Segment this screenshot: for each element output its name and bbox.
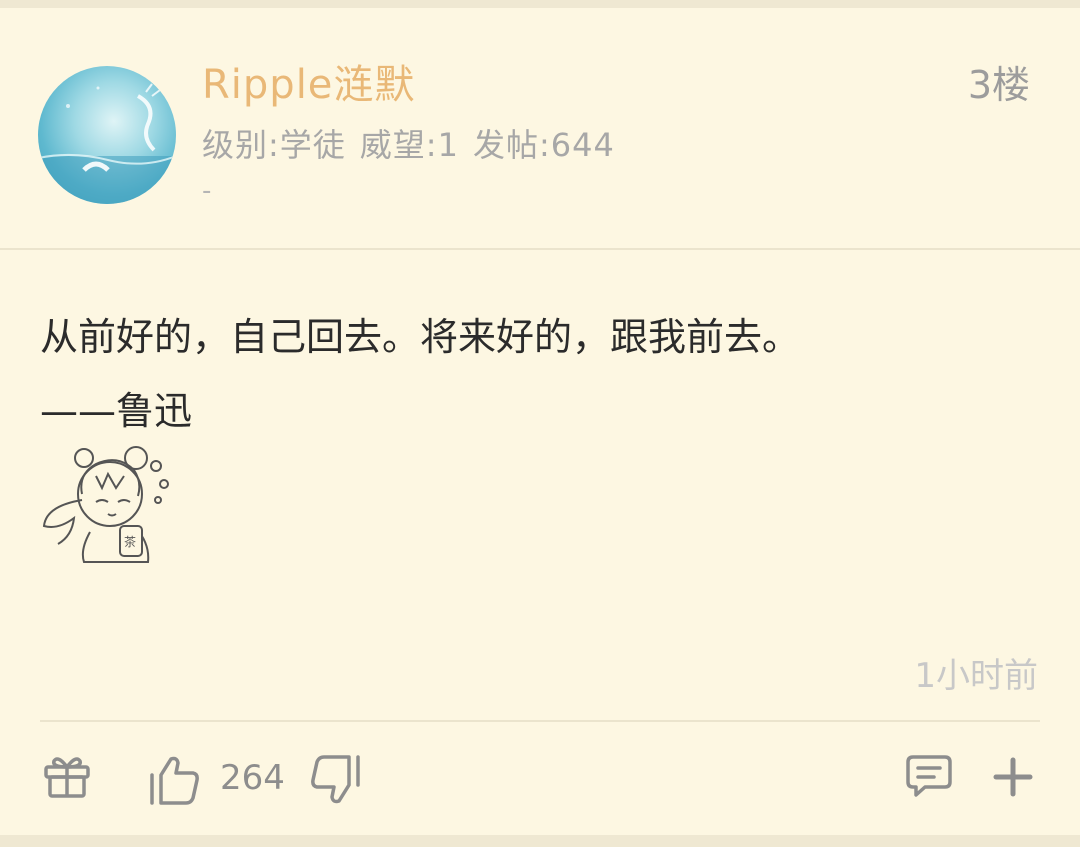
post-content: 从前好的，自己回去。将来好的，跟我前去。 ——鲁迅 <box>40 300 1040 448</box>
dislike-button[interactable] <box>308 752 364 808</box>
thumbs-down-icon <box>311 755 360 804</box>
header-divider <box>0 248 1080 250</box>
floor-number: 3楼 <box>967 63 1030 107</box>
like-count: 264 <box>220 758 285 798</box>
user-prestige: 威望:1 <box>359 126 459 164</box>
comment-button[interactable] <box>904 752 954 800</box>
post-timestamp: 1小时前 <box>914 656 1038 696</box>
content-line-2: ——鲁迅 <box>40 389 193 433</box>
content-line-1: 从前好的，自己回去。将来好的，跟我前去。 <box>40 315 801 359</box>
username[interactable]: Ripple涟默 <box>202 52 415 110</box>
gift-button[interactable] <box>40 752 94 800</box>
avatar[interactable] <box>38 66 176 204</box>
svg-text:茶: 茶 <box>124 534 136 549</box>
bottom-edge <box>0 835 1080 847</box>
gift-icon <box>44 757 90 798</box>
actions-divider <box>40 720 1040 722</box>
user-meta: 级别:学徒 威望:1 发帖:644 <box>202 120 615 166</box>
post-header: Ripple涟默 3楼 级别:学徒 威望:1 发帖:644 - <box>0 8 1080 248</box>
more-button[interactable] <box>990 754 1036 800</box>
user-signature: - <box>202 176 212 206</box>
avatar-image <box>38 83 176 204</box>
like-button[interactable] <box>146 752 202 808</box>
top-edge <box>0 0 1080 8</box>
user-post-count: 发帖:644 <box>472 126 615 164</box>
chibi-girl-sticker: 茶 <box>38 440 178 565</box>
user-level: 级别:学徒 <box>202 126 346 164</box>
thumbs-up-icon <box>150 756 199 805</box>
comment-icon <box>906 755 952 797</box>
plus-icon <box>993 757 1033 797</box>
